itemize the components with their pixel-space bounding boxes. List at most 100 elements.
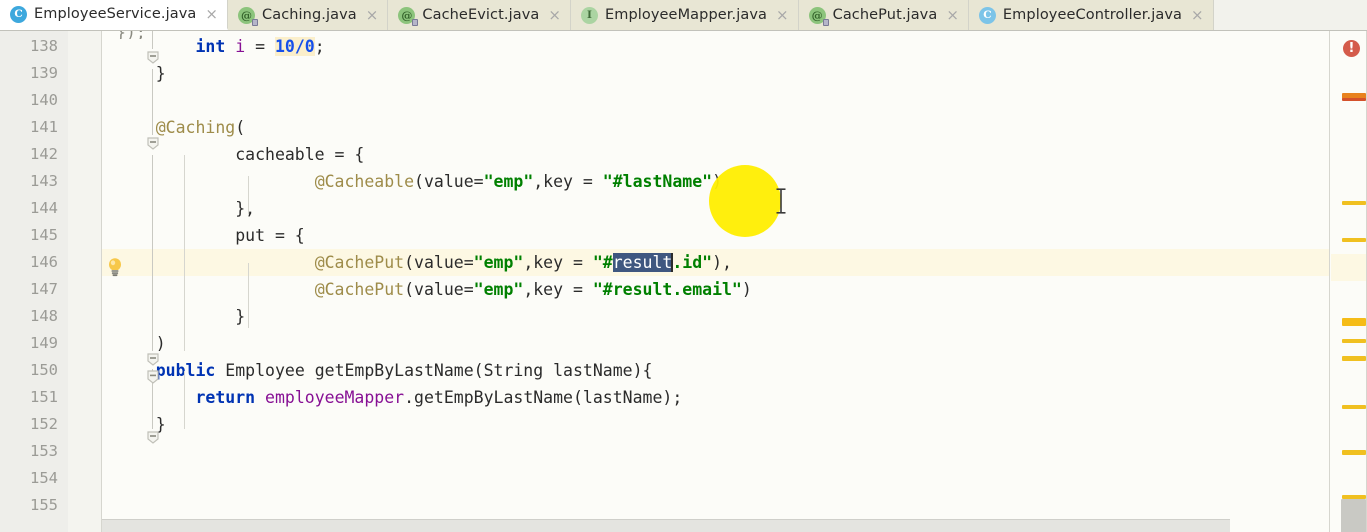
tab-close-icon[interactable]: × <box>366 7 379 23</box>
stripe-warning[interactable] <box>1342 339 1366 343</box>
tab-caching-java[interactable]: @ Caching.java × <box>227 0 389 30</box>
fold-connector <box>152 31 153 49</box>
keyword-public: public <box>155 361 216 380</box>
annotation-cacheable: @Cacheable <box>314 172 415 191</box>
line-number: 149 <box>30 334 58 352</box>
keyword-return: return <box>195 388 256 407</box>
keyword-int: int <box>195 37 226 56</box>
fold-marker-141[interactable] <box>145 135 161 151</box>
annotation-caching: @Caching <box>155 118 236 137</box>
code-editor[interactable]: 138 139 140 141 142 143 144 145 146 147 … <box>0 31 1367 532</box>
stripe-warning[interactable] <box>1342 405 1366 409</box>
code-line-148[interactable]: } <box>102 303 1329 330</box>
annotation-icon: @ <box>237 6 258 26</box>
code-line-139[interactable]: } <box>102 60 1329 87</box>
line-number: 147 <box>30 280 58 298</box>
line-number: 148 <box>30 307 58 325</box>
code-line-140[interactable] <box>102 87 1329 114</box>
line-number-gutter: 138 139 140 141 142 143 144 145 146 147 … <box>0 31 68 532</box>
fold-marker-150[interactable] <box>145 369 161 385</box>
line-number: 141 <box>30 118 58 136</box>
fold-marker-152[interactable] <box>145 429 161 445</box>
line-number: 142 <box>30 145 58 163</box>
vertical-scrollbar-thumb[interactable] <box>1341 499 1366 532</box>
tab-label: CacheEvict.java <box>422 7 540 23</box>
line-number: 138 <box>30 37 58 55</box>
code-line-142[interactable]: cacheable = { <box>102 141 1329 168</box>
fold-connector <box>152 69 153 135</box>
code-line-155[interactable] <box>102 492 1329 519</box>
line-number: 146 <box>30 253 58 271</box>
stripe-warning[interactable] <box>1342 450 1366 455</box>
code-line-153[interactable] <box>102 438 1329 465</box>
tab-close-icon[interactable]: × <box>1191 7 1204 23</box>
stripe-warning[interactable] <box>1342 201 1366 205</box>
tab-employeemapper-java[interactable]: I EmployeeMapper.java × <box>570 0 799 30</box>
stripe-warning[interactable] <box>1342 356 1366 361</box>
code-line-143[interactable]: @Cacheable(value="emp",key = "#lastName"… <box>102 168 1329 195</box>
indent-guide <box>184 155 185 351</box>
line-number: 139 <box>30 64 58 82</box>
error-badge[interactable]: ! <box>1343 40 1360 57</box>
line-number: 154 <box>30 469 58 487</box>
line-number: 155 <box>30 496 58 514</box>
class-icon: C <box>10 5 27 23</box>
indent-guide <box>248 263 249 328</box>
stripe-warning[interactable] <box>1342 238 1366 242</box>
bottom-tool-panel[interactable] <box>102 519 1230 532</box>
code-line-152[interactable]: } <box>102 411 1329 438</box>
clipped-code-line-top: }); <box>102 31 1329 39</box>
code-line-141[interactable]: @Caching( <box>102 114 1329 141</box>
tab-close-icon[interactable]: × <box>548 7 561 23</box>
lightbulb-icon[interactable] <box>106 257 124 277</box>
tab-cacheput-java[interactable]: @ CachePut.java × <box>798 0 969 30</box>
line-number: 151 <box>30 388 58 406</box>
tab-close-icon[interactable]: × <box>205 6 218 22</box>
line-number: 152 <box>30 415 58 433</box>
error-stripe-marker-bar[interactable]: ! <box>1329 31 1367 532</box>
line-number: 145 <box>30 226 58 244</box>
tab-close-icon[interactable]: × <box>776 7 789 23</box>
fold-marker-149[interactable] <box>145 351 161 367</box>
line-number: 143 <box>30 172 58 190</box>
tab-label: EmployeeController.java <box>1002 7 1183 23</box>
annotation-cacheput: @CachePut <box>314 280 405 299</box>
string-emp: "emp" <box>473 253 524 272</box>
indent-guide <box>248 176 249 214</box>
annotation-icon: @ <box>808 6 829 26</box>
stripe-error[interactable] <box>1342 98 1366 101</box>
string-result-id-open: "# <box>592 253 613 272</box>
field-employeemapper: employeeMapper <box>265 388 405 407</box>
tab-label: EmployeeMapper.java <box>604 7 768 23</box>
code-folding-strip[interactable] <box>68 31 159 532</box>
tab-cacheevict-java[interactable]: @ CacheEvict.java × <box>388 0 571 30</box>
code-line-145[interactable]: put = { <box>102 222 1329 249</box>
code-line-149[interactable]: ) <box>102 330 1329 357</box>
tab-close-icon[interactable]: × <box>946 7 959 23</box>
line-number: 140 <box>30 91 58 109</box>
code-line-137: }); <box>102 31 1329 39</box>
code-text-area[interactable]: int i = 10/0; } @Caching( cacheable = { … <box>102 31 1329 532</box>
interface-icon: I <box>580 6 598 24</box>
string-result-id-rest: .id" <box>672 253 713 272</box>
code-line-146[interactable]: @CachePut(value="emp",key = "#result.id"… <box>102 249 1329 276</box>
tab-label: Caching.java <box>261 7 357 23</box>
selected-text[interactable]: result <box>612 253 673 272</box>
code-line-154[interactable] <box>102 465 1329 492</box>
tab-employeecontroller-java[interactable]: C EmployeeController.java × <box>968 0 1214 30</box>
fold-marker-139[interactable] <box>145 49 161 65</box>
code-line-147[interactable]: @CachePut(value="emp",key = "#result.ema… <box>102 276 1329 303</box>
code-line-144[interactable]: }, <box>102 195 1329 222</box>
string-emp: "emp" <box>473 280 524 299</box>
tab-employeeservice-java[interactable]: C EmployeeService.java × <box>0 0 228 30</box>
code-line-151[interactable]: return employeeMapper.getEmpByLastName(l… <box>102 384 1329 411</box>
stripe-warning[interactable] <box>1342 318 1366 326</box>
string-result-email: "#result.email" <box>592 280 742 299</box>
code-line-150[interactable]: public Employee getEmpByLastName(String … <box>102 357 1329 384</box>
line-number: 144 <box>30 199 58 217</box>
class-icon: C <box>978 6 996 24</box>
current-line-stripe-tint <box>1331 254 1367 281</box>
line-number: 153 <box>30 442 58 460</box>
editor-tab-bar: C EmployeeService.java × @ Caching.java … <box>0 0 1367 31</box>
annotation-icon: @ <box>398 6 419 26</box>
